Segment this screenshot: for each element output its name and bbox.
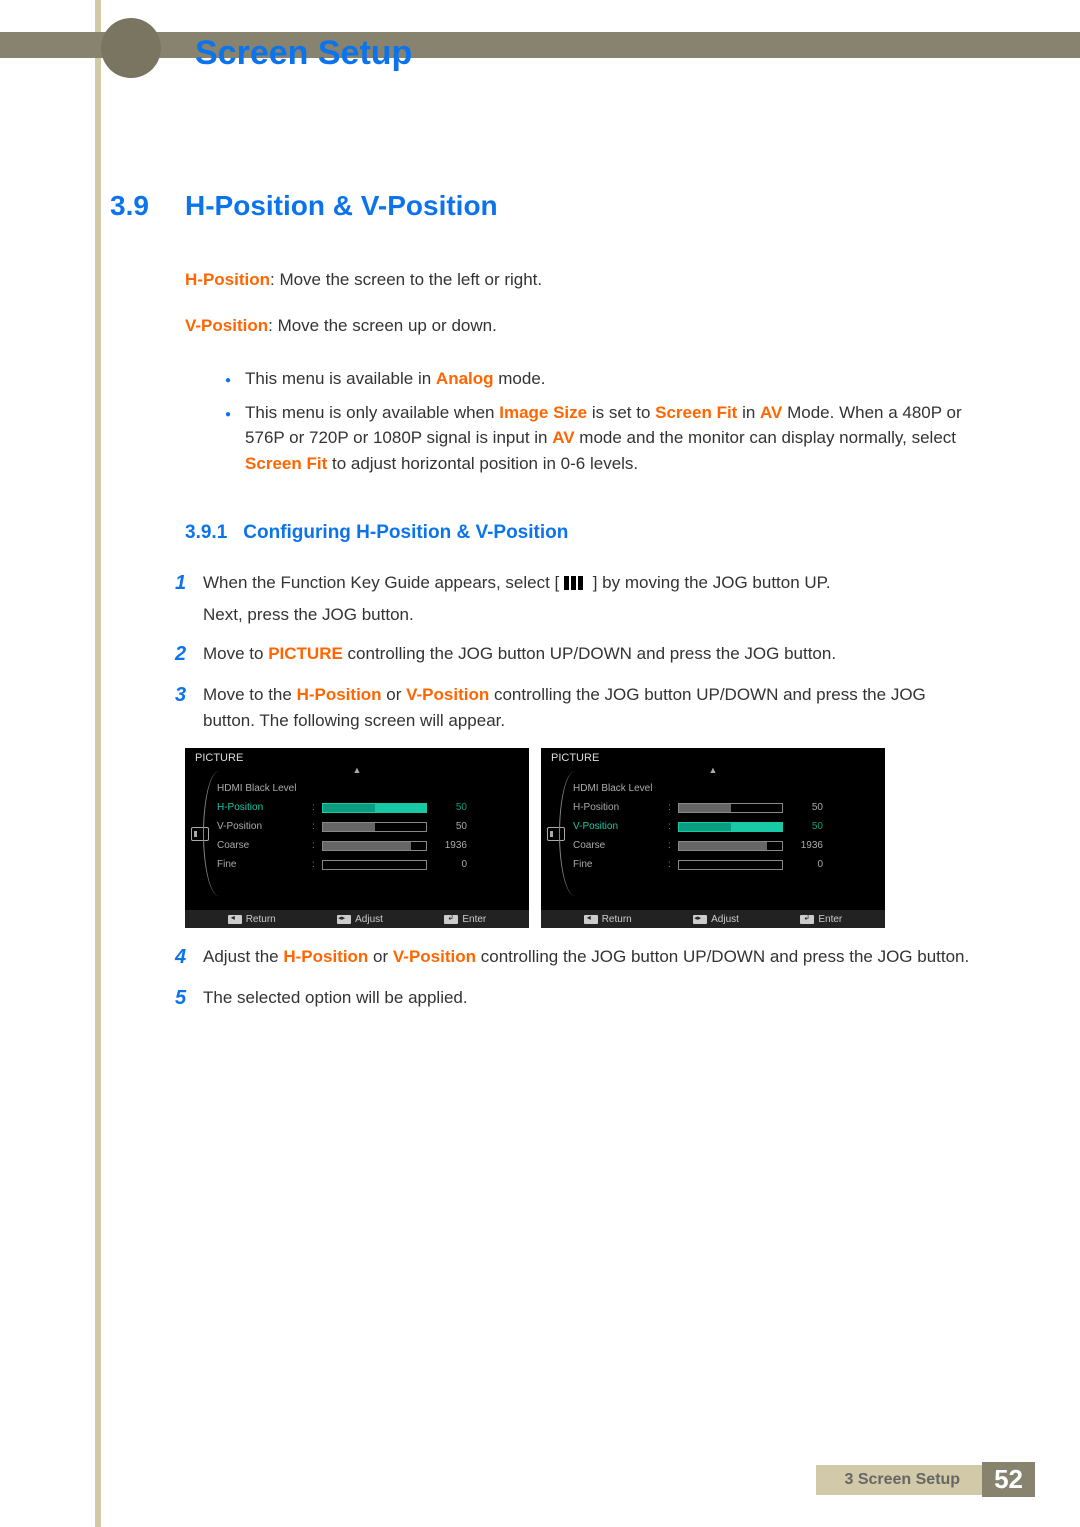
note-item: ● This menu is available in Analog mode. — [225, 366, 980, 392]
osd-up-arrow-icon: ▲ — [185, 766, 529, 775]
osd-row-fine: Fine : 0 — [573, 855, 877, 874]
steps-list: 1 When the Function Key Guide appears, s… — [175, 568, 980, 734]
note-item: ● This menu is only available when Image… — [225, 400, 980, 477]
section-number: 3.9 — [110, 190, 185, 222]
return-icon — [584, 915, 598, 924]
step-number: 5 — [175, 983, 203, 1014]
osd-footer: Return Adjust Enter — [541, 910, 885, 928]
osd-slider — [322, 803, 427, 813]
page-footer: 3 Screen Setup 52 — [816, 1462, 1035, 1497]
osd-row-hdmi: HDMI Black Level — [217, 779, 521, 798]
osd-curve-decoration — [559, 771, 591, 896]
section-title: H-Position & V-Position — [185, 190, 498, 222]
osd-slider — [322, 860, 427, 870]
enter-icon — [800, 915, 814, 924]
osd-slider — [322, 822, 427, 832]
osd-slider — [678, 822, 783, 832]
top-header-band — [0, 32, 1080, 58]
adjust-icon — [337, 915, 351, 924]
osd-panel-vposition: PICTURE ▲ HDMI Black Level H-Position : … — [541, 748, 885, 928]
vpos-term: V-Position — [185, 316, 268, 335]
notes-list: ● This menu is available in Analog mode.… — [225, 366, 980, 476]
osd-footer: Return Adjust Enter — [185, 910, 529, 928]
osd-title: PICTURE — [541, 748, 885, 766]
menu-icon — [564, 572, 588, 588]
osd-slider — [678, 841, 783, 851]
osd-row-coarse: Coarse : 1936 — [573, 836, 877, 855]
hposition-definition: H-Position: Move the screen to the left … — [185, 267, 980, 293]
osd-row-hposition: H-Position : 50 — [217, 798, 521, 817]
hpos-term: H-Position — [185, 270, 270, 289]
chapter-number-circle — [101, 18, 161, 78]
enter-icon — [444, 915, 458, 924]
step-number: 4 — [175, 942, 203, 973]
osd-row-hdmi: HDMI Black Level — [573, 779, 877, 798]
osd-up-arrow-icon: ▲ — [541, 766, 885, 775]
adjust-icon — [693, 915, 707, 924]
osd-slider — [678, 803, 783, 813]
step-2: 2 Move to PICTURE controlling the JOG bu… — [175, 639, 980, 670]
osd-panel-hposition: PICTURE ▲ HDMI Black Level H-Position : … — [185, 748, 529, 928]
osd-slider — [322, 841, 427, 851]
subsection-number: 3.9.1 — [185, 522, 227, 544]
osd-curve-decoration — [203, 771, 235, 896]
vposition-definition: V-Position: Move the screen up or down. — [185, 313, 980, 339]
return-icon — [228, 915, 242, 924]
section-heading: 3.9 H-Position & V-Position — [110, 190, 980, 222]
bullet-icon: ● — [225, 407, 231, 477]
subsection-heading: 3.9.1 Configuring H-Position & V-Positio… — [185, 522, 980, 544]
left-accent-bar — [95, 0, 101, 1527]
step-number: 1 — [175, 568, 203, 629]
bullet-icon: ● — [225, 373, 231, 392]
step-5: 5 The selected option will be applied. — [175, 983, 980, 1014]
step-number: 3 — [175, 680, 203, 735]
footer-page-number: 52 — [982, 1462, 1035, 1497]
osd-row-vposition: V-Position : 50 — [573, 817, 877, 836]
osd-screenshots: PICTURE ▲ HDMI Black Level H-Position : … — [185, 748, 980, 928]
chapter-title: Screen Setup — [195, 34, 412, 73]
osd-row-fine: Fine : 0 — [217, 855, 521, 874]
osd-row-vposition: V-Position : 50 — [217, 817, 521, 836]
osd-slider — [678, 860, 783, 870]
osd-row-coarse: Coarse : 1936 — [217, 836, 521, 855]
step-1: 1 When the Function Key Guide appears, s… — [175, 568, 980, 629]
osd-title: PICTURE — [185, 748, 529, 766]
step-4: 4 Adjust the H-Position or V-Position co… — [175, 942, 980, 973]
osd-row-hposition: H-Position : 50 — [573, 798, 877, 817]
subsection-title: Configuring H-Position & V-Position — [243, 522, 568, 544]
step-3: 3 Move to the H-Position or V-Position c… — [175, 680, 980, 735]
footer-chapter-label: 3 Screen Setup — [816, 1465, 982, 1495]
step-number: 2 — [175, 639, 203, 670]
